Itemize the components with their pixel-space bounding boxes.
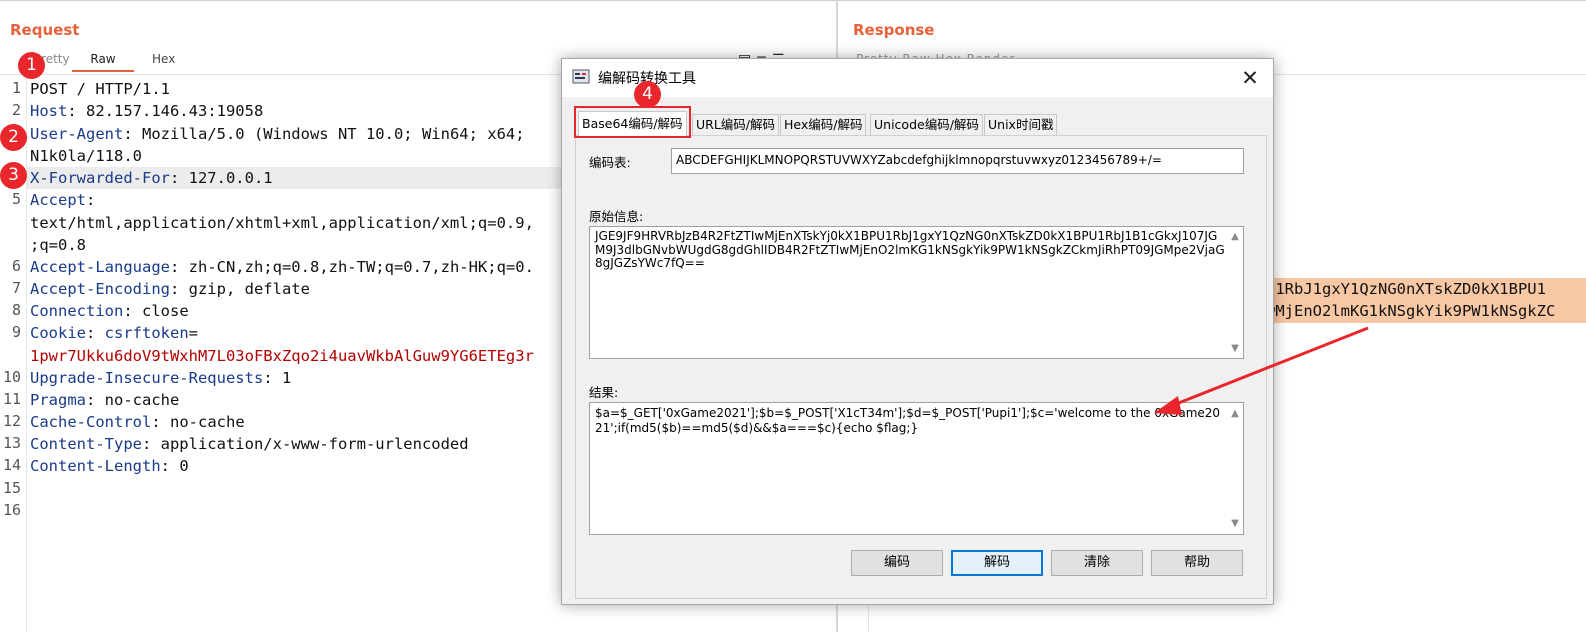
line-number: 16 (2, 501, 21, 519)
tab-raw[interactable]: Raw (72, 52, 134, 72)
header-key: Content-Length (30, 457, 161, 475)
codetable-input[interactable]: ABCDEFGHIJKLMNOPQRSTUVWXYZabcdefghijklmn… (671, 148, 1244, 174)
code-line: N1k0la/118.0 (30, 145, 142, 167)
clear-button[interactable]: 清除 (1051, 550, 1143, 576)
line-number: 14 (2, 456, 21, 474)
header-key: Content-Type (30, 435, 142, 453)
response-selected-text: J1RbJ1gxY1QzNG0nXTskZD0kX1BPU1 wMjEnO2lm… (1266, 278, 1586, 323)
header-value: = (188, 324, 199, 342)
tab-unix-time[interactable]: Unix时间戳 (984, 114, 1058, 135)
header-value: N1k0la/118.0 (30, 147, 142, 165)
code-line: Upgrade-Insecure-Requests: 1 (30, 367, 291, 389)
line-number: 1 (11, 79, 21, 97)
tab-hex[interactable]: Hex (152, 52, 175, 66)
code-line: Content-Type: application/x-www-form-url… (30, 433, 469, 455)
help-button[interactable]: 帮助 (1151, 550, 1243, 576)
code-line: User-Agent: Mozilla/5.0 (Windows NT 10.0… (30, 123, 525, 145)
code-line: ;q=0.8 (30, 234, 86, 256)
line-number: 11 (2, 390, 21, 408)
line-number: 2 (11, 101, 21, 119)
header-key: Host (30, 102, 68, 120)
annotation-arrow (1154, 326, 1369, 415)
header-value: : no-cache (151, 413, 245, 431)
code-line: Cache-Control: no-cache (30, 411, 245, 433)
tab-hex-codec[interactable]: Hex编码/解码 (780, 114, 867, 135)
line-number: 13 (2, 434, 21, 452)
code-line: Cookie: csrftoken= (30, 322, 198, 344)
original-label: 原始信息: (589, 209, 644, 224)
header-value: : no-cache (86, 391, 180, 409)
step-marker-2: 2 (0, 124, 27, 151)
scroll-up-icon[interactable]: ▲ (1229, 230, 1241, 244)
code-line: Accept: (30, 189, 95, 211)
header-value: : 0 (160, 457, 189, 475)
header-value: : application/x-www-form-urlencoded (141, 435, 469, 453)
result-textarea[interactable]: $a=$_GET['0xGame2021'];$b=$_POST['X1cT34… (589, 402, 1244, 535)
header-key: Pragma (30, 391, 86, 409)
codetable-label: 编码表: (589, 155, 631, 170)
header-key: Accept-Language (30, 258, 170, 276)
response-title: Response (853, 21, 935, 39)
code-line: X-Forwarded-For: 127.0.0.1 (30, 167, 273, 189)
header-value: text/html,application/xhtml+xml,applicat… (30, 214, 534, 232)
header-value: : (86, 324, 105, 342)
header-value: : Mozilla/5.0 (Windows NT 10.0; Win64; x… (123, 125, 525, 143)
header-key: Cache-Control (30, 413, 152, 431)
line-number: 9 (11, 323, 21, 341)
header-key: Upgrade-Insecure-Requests (30, 369, 264, 387)
gutter-line (26, 75, 27, 632)
header-value: : close (123, 302, 189, 320)
line-number: 12 (2, 412, 21, 430)
header-value: : zh-CN,zh;q=0.8,zh-TW;q=0.7,zh-HK;q=0. (169, 258, 534, 276)
step-marker-1: 1 (18, 52, 45, 79)
line-number: 7 (11, 279, 21, 297)
encode-button[interactable]: 编码 (851, 550, 943, 576)
header-value: : 127.0.0.1 (169, 169, 273, 187)
code-line: Connection: close (30, 300, 189, 322)
header-value: 1pwr7Ukku6doV9tWxhM7L03oFBxZqo2i4uavWkbA… (30, 347, 534, 365)
code-line: Host: 82.157.146.43:19058 (30, 100, 263, 122)
code-line: POST / HTTP/1.1 (30, 78, 170, 100)
header-key: csrftoken (104, 324, 189, 342)
header-value: : 82.157.146.43:19058 (67, 102, 264, 120)
code-line: Accept-Language: zh-CN,zh;q=0.8,zh-TW;q=… (30, 256, 534, 278)
header-key: Cookie (30, 324, 86, 342)
result-label: 结果: (589, 385, 619, 400)
scroll-down-icon[interactable]: ▼ (1229, 516, 1241, 531)
code-line: 1pwr7Ukku6doV9tWxhM7L03oFBxZqo2i4uavWkbA… (30, 345, 534, 367)
response-peek-line: wMjEnO2lmKG1kNSgkYik9PW1kNSgkZC (1266, 302, 1556, 320)
header-value: : gzip, deflate (169, 280, 310, 298)
step-marker-3: 3 (0, 162, 27, 189)
header-value: POST / HTTP/1.1 (30, 80, 170, 98)
header-value: : (86, 191, 96, 209)
original-text: JGE9JF9HRVRbJzB4R2FtZTIwMjEnXTskYj0kX1BP… (595, 229, 1225, 270)
request-title: Request (10, 21, 80, 39)
header-key: Accept (30, 191, 86, 209)
header-key: User-Agent (30, 125, 124, 143)
line-number: 15 (2, 479, 21, 497)
line-number: 6 (11, 257, 21, 275)
header-value: ;q=0.8 (30, 236, 86, 254)
tab-unicode[interactable]: Unicode编码/解码 (870, 114, 983, 135)
header-key: Accept-Encoding (30, 280, 170, 298)
step-marker-4: 4 (634, 81, 661, 108)
dialog-titlebar[interactable]: 编解码转换工具 ✕ (562, 59, 1273, 97)
close-button[interactable]: ✕ (1234, 63, 1266, 93)
header-value: : 1 (263, 369, 292, 387)
code-line: Content-Length: 0 (30, 455, 189, 477)
decode-button[interactable]: 解码 (951, 550, 1043, 576)
header-key: X-Forwarded-For (30, 169, 170, 187)
result-text: $a=$_GET['0xGame2021'];$b=$_POST['X1cT34… (595, 406, 1221, 435)
tab-url[interactable]: URL编码/解码 (692, 114, 780, 135)
line-number: 8 (11, 301, 21, 319)
line-number: 5 (11, 190, 21, 208)
code-line: Pragma: no-cache (30, 389, 179, 411)
code-line: text/html,application/xhtml+xml,applicat… (30, 212, 534, 234)
line-number: 10 (2, 368, 21, 386)
tab-highlight-box (574, 106, 691, 138)
code-line: Accept-Encoding: gzip, deflate (30, 278, 310, 300)
response-peek-line: J1RbJ1gxY1QzNG0nXTskZD0kX1BPU1 (1266, 280, 1546, 298)
header-key: Connection (30, 302, 124, 320)
app-icon (572, 69, 590, 84)
